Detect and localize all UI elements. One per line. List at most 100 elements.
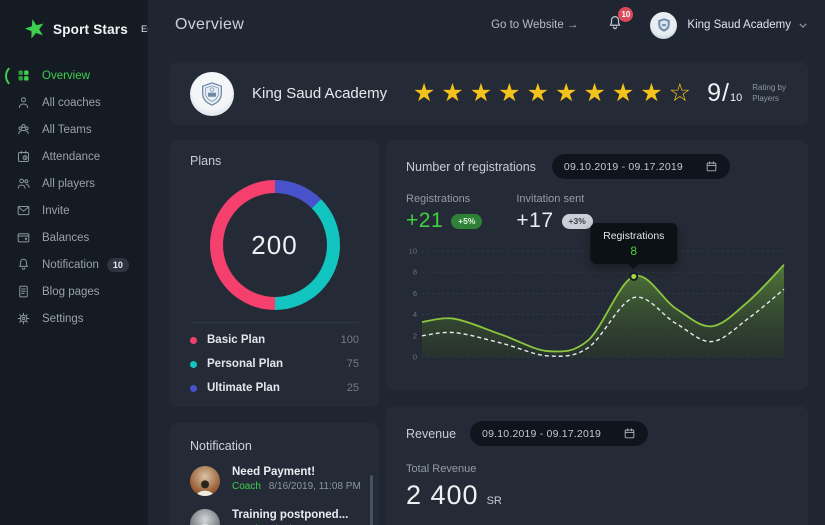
sidebar-item-invite[interactable]: Invite <box>0 197 148 224</box>
rating-max: 10 <box>729 91 743 104</box>
stat-invitations: Invitation sent +17 +3% <box>516 193 593 233</box>
notifications-count-badge: 10 <box>618 6 634 22</box>
stat-change-badge: +5% <box>451 213 483 229</box>
rating-value: 9/ <box>707 79 730 107</box>
legend-label: Personal Plan <box>207 358 284 370</box>
sidebar-item-overview[interactable]: Overview <box>0 62 148 89</box>
coach-icon <box>15 95 31 111</box>
sidebar-item-label: Notification <box>42 258 99 271</box>
plans-card: Plans 200 Basic Plan 100 Personal Plan 7… <box>170 140 379 407</box>
sidebar-item-label: Invite <box>42 204 70 217</box>
notification-count-badge: 10 <box>106 257 129 272</box>
stat-label: Registrations <box>406 193 471 205</box>
app-window: Sport Stars En Overview All coaches All … <box>0 0 825 525</box>
stat-label: Invitation sent <box>516 193 585 205</box>
star-outline-icon: ☆ <box>668 79 692 107</box>
notification-item-title: Training postponed... <box>232 509 349 521</box>
calendar-check-icon <box>15 149 31 165</box>
sidebar-item-all-coaches[interactable]: All coaches <box>0 89 148 116</box>
sidebar-item-all-players[interactable]: All players <box>0 170 148 197</box>
total-revenue-value: 2 400 <box>406 480 479 510</box>
sidebar-item-blog-pages[interactable]: Blog pages <box>0 278 148 305</box>
notifications-bell-button[interactable]: 10 <box>606 6 634 37</box>
wallet-icon <box>15 230 31 246</box>
account-menu[interactable]: King Saud Academy <box>650 11 807 39</box>
legend-dot <box>190 360 197 368</box>
document-icon <box>15 284 31 300</box>
svg-text:10: 10 <box>409 247 417 256</box>
legend-item: Basic Plan 100 <box>190 328 359 352</box>
notification-item[interactable]: Training postponed... Coach 8/16/2019, 3… <box>190 509 365 525</box>
rating-stars: ★ ★ ★ ★ ★ ★ ★ ★ ★ ☆ <box>413 81 691 106</box>
total-revenue-label: Total Revenue <box>406 463 477 475</box>
legend-dot <box>190 336 197 344</box>
calendar-icon <box>706 161 717 172</box>
sidebar-item-label: Attendance <box>42 150 101 163</box>
date-range-picker[interactable]: 09.10.2019 - 09.17.2019 <box>551 154 730 179</box>
scrollbar[interactable] <box>370 475 373 525</box>
avatar <box>190 509 220 525</box>
sidebar-item-label: Blog pages <box>42 285 100 298</box>
star-filled-icon: ★ <box>469 79 493 107</box>
players-icon <box>15 176 31 192</box>
plans-legend: Basic Plan 100 Personal Plan 75 Ultimate… <box>190 328 359 400</box>
avatar <box>190 466 220 496</box>
tooltip-label: Registrations <box>603 230 665 243</box>
bell-icon <box>15 257 31 273</box>
academy-banner: King Saud Academy ★ ★ ★ ★ ★ ★ ★ ★ ★ ☆ 9/ 10 Ratin… <box>170 62 808 125</box>
sidebar-menu: Overview All coaches All Teams Attendanc… <box>0 62 148 332</box>
chart-tooltip: Registrations 8 <box>590 223 678 270</box>
notification-author: Coach <box>232 481 261 492</box>
logo-row: Sport Stars En <box>0 12 163 46</box>
avatar <box>650 11 678 39</box>
go-to-website-link[interactable]: Go to Website → <box>491 19 578 31</box>
star-filled-icon: ★ <box>526 79 549 107</box>
page-title: Overview <box>175 16 245 33</box>
plans-donut-chart: 200 <box>209 180 340 310</box>
currency-label: SR <box>486 495 502 507</box>
registrations-chart: 0 2 4 6 8 10 Registrations 8 <box>406 223 788 365</box>
envelope-icon <box>15 203 31 219</box>
notification-item-meta: Coach 8/16/2019, 11:08 PM <box>232 481 361 492</box>
sidebar-item-all-teams[interactable]: All Teams <box>0 116 148 143</box>
svg-text:4: 4 <box>413 310 417 319</box>
legend-value: 25 <box>346 382 359 394</box>
notification-time: 8/16/2019, 11:08 PM <box>268 481 361 492</box>
plans-title: Plans <box>190 154 222 168</box>
notification-item-title: Need Payment! <box>232 466 316 478</box>
star-filled-icon: ★ <box>498 79 521 107</box>
sidebar-item-attendance[interactable]: Attendance <box>0 143 148 170</box>
svg-text:2: 2 <box>413 331 417 340</box>
sidebar-item-label: Settings <box>42 312 84 325</box>
account-name: King Saud Academy <box>687 19 791 31</box>
sidebar-item-settings[interactable]: Settings <box>0 305 148 332</box>
legend-value: 100 <box>340 334 359 346</box>
date-range-picker[interactable]: 09.10.2019 - 09.17.2019 <box>470 421 649 446</box>
svg-text:6: 6 <box>413 289 417 298</box>
rating-score: 9/ 10 Rating by Players <box>707 79 786 108</box>
legend-item: Personal Plan 75 <box>190 352 359 376</box>
donut-hole: 200 <box>222 193 327 297</box>
notification-item[interactable]: Need Payment! Coach 8/16/2019, 11:08 PM <box>190 466 365 496</box>
calendar-icon <box>624 428 635 439</box>
legend-label: Basic Plan <box>207 334 266 346</box>
divider <box>190 322 359 323</box>
star-filled-icon: ★ <box>441 79 464 107</box>
revenue-card: Revenue 09.10.2019 - 09.17.2019 Total Re… <box>386 406 808 525</box>
topbar: Overview Go to Website → 10 King Saud Ac… <box>148 0 825 50</box>
notification-card: Notification Need Payment! Coach 8/16/20… <box>170 423 379 525</box>
sidebar-item-balances[interactable]: Balances <box>0 224 148 251</box>
sidebar-item-label: All coaches <box>42 96 101 109</box>
academy-name: King Saud Academy <box>252 85 388 102</box>
svg-text:8: 8 <box>413 268 417 277</box>
registrations-card: Number of registrations 09.10.2019 - 09.… <box>386 140 808 390</box>
sidebar-item-label: Balances <box>42 231 90 244</box>
academy-logo <box>190 71 234 116</box>
content: King Saud Academy ★ ★ ★ ★ ★ ★ ★ ★ ★ ☆ 9/ 10 Ratin… <box>148 50 825 525</box>
svg-text:0: 0 <box>413 353 417 362</box>
stat-change-badge: +3% <box>561 213 593 229</box>
main-area: Overview Go to Website → 10 King Saud Ac… <box>148 0 825 525</box>
sidebar-item-notification[interactable]: Notification 10 <box>0 251 148 278</box>
stat-value: +17 <box>516 209 554 232</box>
sidebar-item-label: All Teams <box>42 123 92 136</box>
